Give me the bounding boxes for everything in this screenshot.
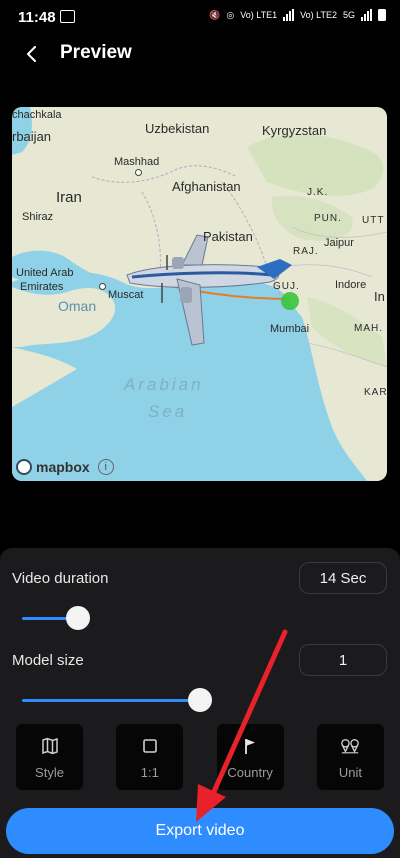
unit-button-label: Unit <box>338 765 363 780</box>
signal-icon <box>283 9 295 21</box>
square-icon <box>140 736 160 756</box>
back-button[interactable] <box>18 40 46 68</box>
status-icons: 🔇 ◎ Vo) LTE1 Vo) LTE2 5G <box>209 9 386 21</box>
mute-icon: 🔇 <box>209 9 221 20</box>
map-label-utt: UTT <box>362 215 385 226</box>
aspect-ratio-label: 1:1 <box>140 765 159 780</box>
map-label-mah: MAH. <box>354 323 383 334</box>
style-button[interactable]: Style <box>16 724 83 790</box>
slider-thumb[interactable] <box>66 606 91 630</box>
map-view[interactable]: chachkala rbaijan Uzbekistan Kyrgyzstan … <box>12 107 387 481</box>
map-label-azerbaijan: rbaijan <box>12 129 52 144</box>
map-label-shiraz: Shiraz <box>22 211 54 223</box>
info-icon[interactable]: i <box>97 459 114 475</box>
map-background <box>12 107 387 481</box>
map-label-uae-2: Emirates <box>20 281 64 293</box>
map-label-sea: Sea <box>148 402 188 421</box>
map-label-uzbekistan: Uzbekistan <box>145 121 210 136</box>
map-label-muscat: Muscat <box>108 289 144 301</box>
map-label-jaipur: Jaipur <box>324 237 354 249</box>
model-size-slider[interactable] <box>22 688 352 712</box>
map-icon <box>40 736 60 756</box>
battery-icon <box>378 9 386 21</box>
video-duration-slider[interactable] <box>22 606 352 630</box>
status-time: 11:48 <box>18 9 56 26</box>
video-duration-label: Video duration <box>12 570 109 587</box>
network-label: 5G <box>342 10 355 20</box>
country-button[interactable]: Country <box>216 724 284 790</box>
map-label-arabian: Arabian <box>124 375 204 394</box>
map-label-makhachkala: chachkala <box>12 109 62 121</box>
lte1-label: Vo) LTE1 <box>240 10 278 20</box>
mapbox-attribution: mapbox i <box>16 459 114 475</box>
destination-marker <box>281 292 299 310</box>
page-title: Preview <box>60 42 132 63</box>
model-size-label: Model size <box>12 652 84 669</box>
map-label-kar: KAR <box>364 387 387 398</box>
city-dot-mashhad <box>135 169 142 176</box>
slider-fill <box>22 699 201 702</box>
map-label-indore: Indore <box>335 279 367 291</box>
aspect-ratio-button[interactable]: 1:1 <box>116 724 184 790</box>
map-label-kyrgyzstan: Kyrgyzstan <box>262 123 327 138</box>
signal-icon-2 <box>361 9 372 21</box>
slider-thumb[interactable] <box>188 688 213 712</box>
map-label-afghanistan: Afghanistan <box>172 179 241 194</box>
gallery-icon <box>60 10 75 23</box>
tool-row: Style 1:1 Country Unit <box>16 724 384 792</box>
mapbox-logo-icon <box>16 459 32 475</box>
pin-icon <box>340 736 360 756</box>
status-bar: 11:48 🔇 ◎ Vo) LTE1 Vo) LTE2 5G <box>0 0 400 34</box>
map-label-raj: RAJ. <box>293 246 319 257</box>
mapbox-logo-text: mapbox <box>36 459 90 475</box>
video-duration-value[interactable]: 14 Sec <box>299 562 387 594</box>
export-video-button[interactable]: Export video <box>6 808 394 854</box>
lte2-label: Vo) LTE2 <box>300 10 337 20</box>
map-label-pakistan: Pakistan <box>203 229 253 244</box>
map-label-mumbai: Mumbai <box>270 323 310 335</box>
city-dot-muscat <box>99 283 106 290</box>
map-label-mashhad: Mashhad <box>114 156 160 168</box>
header: Preview <box>0 36 400 76</box>
unit-button[interactable]: Unit <box>316 724 384 790</box>
map-label-iran: Iran <box>56 189 82 206</box>
map-label-pun: PUN. <box>314 213 342 224</box>
chevron-left-icon <box>27 46 36 62</box>
model-size-value[interactable]: 1 <box>299 644 387 676</box>
map-label-jk: J.K. <box>307 187 329 198</box>
country-button-label: Country <box>227 765 273 780</box>
flag-icon <box>240 736 260 756</box>
map-label-oman: Oman <box>58 298 97 314</box>
style-button-label: Style <box>35 765 64 780</box>
map-label-guj: GUJ. <box>273 281 300 292</box>
map-label-in: In <box>374 289 385 304</box>
map-label-uae-1: United Arab <box>16 267 74 279</box>
hotspot-icon: ◎ <box>226 9 235 20</box>
